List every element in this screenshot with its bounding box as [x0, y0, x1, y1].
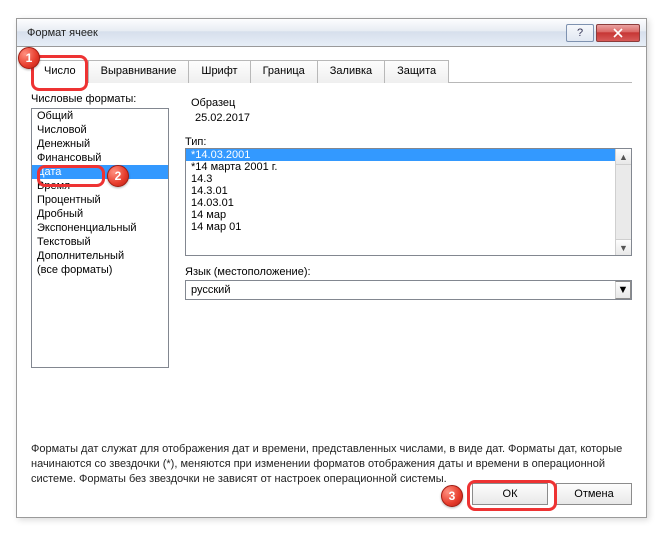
list-item-selected[interactable]: Дата	[32, 165, 168, 179]
list-item[interactable]: Денежный	[32, 137, 168, 151]
type-list[interactable]: *14.03.2001 *14 марта 2001 г. 14.3 14.3.…	[185, 148, 632, 256]
tab-strip: Число Выравнивание Шрифт Граница Заливка…	[31, 59, 632, 83]
locale-select[interactable]: русский ▼	[185, 280, 632, 300]
list-item[interactable]: 14.03.01	[186, 197, 615, 209]
tab-number[interactable]: Число	[31, 60, 89, 83]
type-label: Тип:	[185, 136, 632, 148]
list-item[interactable]: (все форматы)	[32, 263, 168, 277]
chevron-down-icon[interactable]: ▼	[615, 281, 631, 299]
help-button[interactable]: ?	[566, 24, 594, 42]
list-item-selected[interactable]: *14.03.2001	[186, 149, 615, 161]
details-column: Образец 25.02.2017 Тип: *14.03.2001 *14 …	[185, 93, 632, 368]
list-item[interactable]: Дробный	[32, 207, 168, 221]
list-item[interactable]: Экспоненциальный	[32, 221, 168, 235]
list-item[interactable]: 14 мар 01	[186, 221, 615, 233]
window-buttons: ?	[566, 24, 640, 42]
list-item[interactable]: Текстовый	[32, 235, 168, 249]
tab-border[interactable]: Граница	[250, 60, 318, 83]
list-item[interactable]: 14 мар	[186, 209, 615, 221]
list-item[interactable]: 14.3.01	[186, 185, 615, 197]
close-button[interactable]	[596, 24, 640, 42]
dialog-buttons: ОК Отмена	[472, 483, 632, 505]
list-item[interactable]: Дополнительный	[32, 249, 168, 263]
ok-button[interactable]: ОК	[472, 483, 548, 505]
cancel-button[interactable]: Отмена	[556, 483, 632, 505]
sample-value: 25.02.2017	[191, 109, 632, 124]
list-item[interactable]: Время	[32, 179, 168, 193]
list-item[interactable]: Финансовый	[32, 151, 168, 165]
sample-label: Образец	[191, 97, 632, 109]
dialog-content: Число Выравнивание Шрифт Граница Заливка…	[17, 47, 646, 517]
format-description: Форматы дат служат для отображения дат и…	[31, 442, 632, 487]
tab-alignment[interactable]: Выравнивание	[88, 60, 190, 83]
list-item[interactable]: 14.3	[186, 173, 615, 185]
titlebar: Формат ячеек ?	[17, 19, 646, 47]
locale-label: Язык (местоположение):	[185, 266, 632, 278]
tab-protection[interactable]: Защита	[384, 60, 449, 83]
svg-text:?: ?	[577, 28, 583, 38]
locale-value: русский	[186, 284, 615, 296]
category-column: Числовые форматы: Общий Числовой Денежны…	[31, 93, 169, 368]
list-item[interactable]: Процентный	[32, 193, 168, 207]
category-label: Числовые форматы:	[31, 93, 169, 105]
list-item[interactable]: Числовой	[32, 123, 168, 137]
list-item[interactable]: *14 марта 2001 г.	[186, 161, 615, 173]
scroll-down-icon[interactable]: ▼	[616, 239, 631, 255]
tab-fill[interactable]: Заливка	[317, 60, 385, 83]
category-list[interactable]: Общий Числовой Денежный Финансовый Дата …	[31, 108, 169, 368]
tab-font[interactable]: Шрифт	[188, 60, 250, 83]
scroll-up-icon[interactable]: ▲	[616, 149, 631, 165]
sample-box: Образец 25.02.2017	[185, 93, 632, 134]
scroll-track[interactable]	[616, 165, 631, 239]
tab-panel-number: Числовые форматы: Общий Числовой Денежны…	[31, 93, 632, 368]
list-item[interactable]: Общий	[32, 109, 168, 123]
type-list-inner: *14.03.2001 *14 марта 2001 г. 14.3 14.3.…	[186, 149, 615, 255]
dialog-window: Формат ячеек ? Число Выравнивание Шрифт …	[16, 18, 647, 518]
scrollbar[interactable]: ▲ ▼	[615, 149, 631, 255]
window-title: Формат ячеек	[27, 27, 566, 39]
